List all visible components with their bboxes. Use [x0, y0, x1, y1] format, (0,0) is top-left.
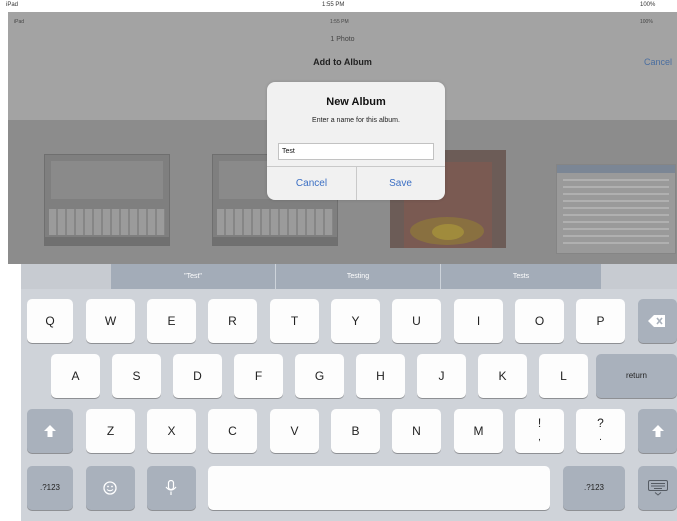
key-secondary-char: .	[599, 432, 602, 443]
suggestion-item[interactable]: Tests	[441, 264, 601, 289]
key-t[interactable]: T	[270, 299, 319, 343]
suggestion-bar: "Test" Testing Tests	[21, 264, 677, 289]
key-u[interactable]: U	[392, 299, 441, 343]
key-o[interactable]: O	[515, 299, 564, 343]
key-h[interactable]: H	[356, 354, 405, 398]
key-i[interactable]: I	[454, 299, 503, 343]
hide-keyboard-icon	[648, 480, 668, 496]
alert-title: New Album	[326, 96, 386, 108]
left-shift-key[interactable]	[27, 409, 73, 453]
key-k[interactable]: K	[478, 354, 527, 398]
key-w[interactable]: W	[86, 299, 135, 343]
inner-battery-label: 100%	[640, 19, 653, 25]
key-d[interactable]: D	[173, 354, 222, 398]
key-g[interactable]: G	[295, 354, 344, 398]
key-c[interactable]: C	[208, 409, 257, 453]
key-primary-char: !	[537, 416, 542, 430]
key-j[interactable]: J	[417, 354, 466, 398]
delete-icon	[648, 315, 665, 327]
new-album-alert: New Album Enter a name for this album. C…	[267, 82, 445, 200]
emoji-icon	[103, 481, 117, 495]
keyboard: "Test" Testing Tests Q W E R T Y U I O P…	[21, 264, 677, 521]
key-z[interactable]: Z	[86, 409, 135, 453]
key-question[interactable]: ? .	[576, 409, 625, 453]
key-s[interactable]: S	[112, 354, 161, 398]
delete-key[interactable]	[638, 299, 677, 343]
space-bar[interactable]	[208, 466, 550, 510]
key-y[interactable]: Y	[331, 299, 380, 343]
page-title: Add to Album	[313, 57, 372, 67]
outer-clock: 1:55 PM	[322, 2, 345, 8]
numbers-key-right[interactable]: .?123	[563, 466, 625, 510]
outer-battery-label: 100%	[640, 2, 656, 8]
key-r[interactable]: R	[208, 299, 257, 343]
suggestion-item[interactable]: "Test"	[111, 264, 275, 289]
suggestion-item[interactable]: Testing	[276, 264, 440, 289]
key-secondary-char: ,	[538, 432, 541, 443]
emoji-key[interactable]	[86, 466, 135, 510]
album-name-input[interactable]	[278, 143, 434, 160]
return-key[interactable]: return	[596, 354, 677, 398]
key-m[interactable]: M	[454, 409, 503, 453]
save-button[interactable]: Save	[356, 167, 445, 200]
inner-device-label: iPad	[14, 19, 25, 25]
microphone-icon	[165, 480, 177, 495]
nav-cancel-button[interactable]: Cancel	[644, 57, 672, 67]
shift-icon	[44, 425, 56, 437]
hide-keyboard-key[interactable]	[638, 466, 677, 510]
key-primary-char: ?	[597, 416, 604, 430]
key-exclamation[interactable]: ! ,	[515, 409, 564, 453]
key-v[interactable]: V	[270, 409, 319, 453]
key-l[interactable]: L	[539, 354, 588, 398]
dictation-key[interactable]	[147, 466, 196, 510]
album-thumbnail[interactable]	[556, 164, 676, 254]
outer-device-label: iPad	[6, 2, 19, 8]
key-n[interactable]: N	[392, 409, 441, 453]
inner-clock: 1:55 PM	[330, 19, 349, 25]
key-x[interactable]: X	[147, 409, 196, 453]
album-thumbnail[interactable]	[44, 154, 170, 246]
numbers-key-left[interactable]: .?123	[27, 466, 73, 510]
alert-message: Enter a name for this album.	[312, 117, 400, 124]
key-a[interactable]: A	[51, 354, 100, 398]
outer-status-bar: iPad 1:55 PM 100%	[0, 0, 677, 12]
key-q[interactable]: Q	[27, 299, 73, 343]
key-b[interactable]: B	[331, 409, 380, 453]
photo-bowl	[432, 224, 464, 240]
right-shift-key[interactable]	[638, 409, 677, 453]
key-e[interactable]: E	[147, 299, 196, 343]
nav-subtitle: 1 Photo	[330, 36, 355, 43]
key-f[interactable]: F	[234, 354, 283, 398]
shift-icon	[652, 425, 664, 437]
key-p[interactable]: P	[576, 299, 625, 343]
cancel-button[interactable]: Cancel	[267, 167, 356, 200]
